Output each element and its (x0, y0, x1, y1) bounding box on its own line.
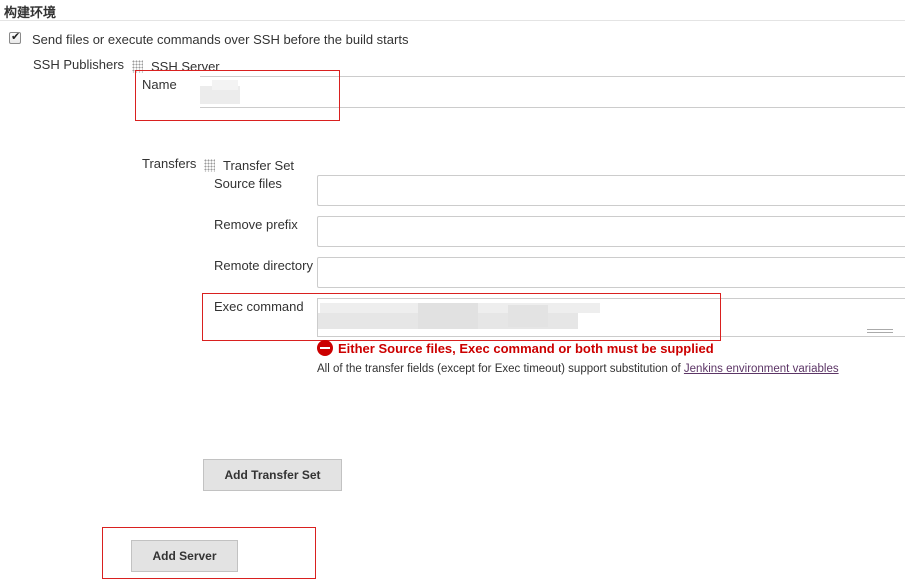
source-files-input[interactable] (317, 175, 905, 206)
help-text-prefix: All of the transfer fields (except for E… (317, 363, 684, 375)
jenkins-env-vars-link[interactable]: Jenkins environment variables (684, 363, 839, 375)
section-divider (0, 20, 905, 21)
remote-directory-label: Remote directory (214, 258, 313, 273)
drag-handle-icon[interactable] (204, 159, 215, 172)
resize-grip-icon[interactable] (867, 329, 893, 333)
highlight-box-exec-command (202, 293, 721, 341)
highlight-box-name (135, 70, 340, 121)
send-files-checkbox[interactable]: ✔ (9, 30, 21, 44)
remote-directory-input[interactable] (317, 257, 905, 288)
ssh-publishers-label: SSH Publishers (33, 57, 125, 72)
add-transfer-set-button[interactable]: Add Transfer Set (203, 459, 342, 491)
help-text: All of the transfer fields (except for E… (317, 363, 839, 375)
validation-error: Either Source files, Exec command or bot… (317, 339, 714, 357)
remove-prefix-label: Remove prefix (214, 217, 298, 232)
highlight-box-add-server (102, 527, 316, 579)
source-files-label: Source files (214, 176, 282, 191)
transfers-label: Transfers (142, 156, 197, 171)
section-title: 构建环境 (4, 5, 57, 20)
transfer-set-header: Transfer Set (223, 158, 295, 173)
send-files-label: Send files or execute commands over SSH … (32, 32, 409, 47)
error-message: Either Source files, Exec command or bot… (338, 340, 714, 356)
remove-prefix-input[interactable] (317, 216, 905, 247)
error-icon (317, 340, 333, 356)
checkmark-icon: ✔ (11, 30, 21, 43)
